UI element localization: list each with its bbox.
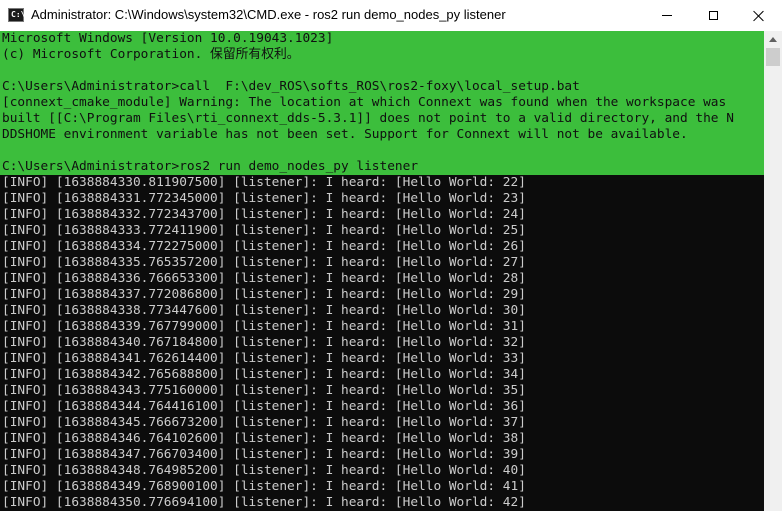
console-text: [INFO] [1638884339.767799000] [listener]…: [2, 319, 526, 334]
console-text: [INFO] [1638884331.772345000] [listener]…: [2, 191, 526, 206]
console-line-log: [INFO] [1638884345.766673200] [listener]…: [0, 415, 764, 431]
chevron-up-icon: [769, 37, 777, 42]
cmd-icon-label: C:\: [11, 10, 26, 19]
console-line-command: C:\Users\Administrator>call F:\dev_ROS\s…: [0, 79, 764, 95]
console-line-log: [INFO] [1638884343.775160000] [listener]…: [0, 383, 764, 399]
minimize-button[interactable]: [644, 0, 690, 31]
console-text: [INFO] [1638884343.775160000] [listener]…: [2, 383, 526, 398]
console-line-log: [INFO] [1638884332.772343700] [listener]…: [0, 207, 764, 223]
console-text: (c) Microsoft Corporation. 保留所有权利。: [2, 47, 300, 62]
console-text: [INFO] [1638884337.772086800] [listener]…: [2, 287, 526, 302]
console-text: C:\Users\Administrator>ros2 run demo_nod…: [2, 159, 419, 174]
close-icon: [753, 10, 765, 22]
console-text: [INFO] [1638884348.764985200] [listener]…: [2, 463, 526, 478]
console-line-log: [INFO] [1638884333.772411900] [listener]…: [0, 223, 764, 239]
console-text: C:\Users\Administrator>call F:\dev_ROS\s…: [2, 79, 580, 94]
console-line-header: Microsoft Windows [Version 10.0.19043.10…: [0, 31, 764, 47]
console-line-log: [INFO] [1638884347.766703400] [listener]…: [0, 447, 764, 463]
console-line-log: [INFO] [1638884339.767799000] [listener]…: [0, 319, 764, 335]
console-text: DDSHOME environment variable has not bee…: [2, 127, 688, 142]
vertical-scrollbar[interactable]: [764, 31, 782, 511]
console-text: [INFO] [1638884344.764416100] [listener]…: [2, 399, 526, 414]
title-bar[interactable]: C:\ Administrator: C:\Windows\system32\C…: [0, 0, 782, 32]
console-line-log: [INFO] [1638884331.772345000] [listener]…: [0, 191, 764, 207]
console-line-warning: DDSHOME environment variable has not bee…: [0, 127, 764, 143]
console-line-log: [INFO] [1638884342.765688800] [listener]…: [0, 367, 764, 383]
console-text: [INFO] [1638884342.765688800] [listener]…: [2, 367, 526, 382]
console-line-header: (c) Microsoft Corporation. 保留所有权利。: [0, 47, 764, 63]
console-output[interactable]: Microsoft Windows [Version 10.0.19043.10…: [0, 31, 764, 511]
console-line-log: [INFO] [1638884350.776694100] [listener]…: [0, 495, 764, 511]
console-line-log: [INFO] [1638884344.764416100] [listener]…: [0, 399, 764, 415]
console-text: [INFO] [1638884346.764102600] [listener]…: [2, 431, 526, 446]
console-text: [INFO] [1638884341.762614400] [listener]…: [2, 351, 526, 366]
console-line-log: [INFO] [1638884349.768900100] [listener]…: [0, 479, 764, 495]
maximize-icon: [708, 11, 718, 20]
console-line-command: C:\Users\Administrator>ros2 run demo_nod…: [0, 159, 764, 175]
console-line-log: [INFO] [1638884334.772275000] [listener]…: [0, 239, 764, 255]
console-line-log: [INFO] [1638884348.764985200] [listener]…: [0, 463, 764, 479]
console-text: [INFO] [1638884350.776694100] [listener]…: [2, 495, 526, 510]
console-line-log: [INFO] [1638884335.765357200] [listener]…: [0, 255, 764, 271]
console-line-log: [INFO] [1638884336.766653300] [listener]…: [0, 271, 764, 287]
console-text: [INFO] [1638884349.768900100] [listener]…: [2, 479, 526, 494]
console-text: Microsoft Windows [Version 10.0.19043.10…: [2, 31, 334, 46]
console-line-blank: [0, 63, 764, 79]
console-text: [connext_cmake_module] Warning: The loca…: [2, 95, 727, 110]
console-text: [INFO] [1638884336.766653300] [listener]…: [2, 271, 526, 286]
console-line-blank: [0, 143, 764, 159]
console-text: [INFO] [1638884332.772343700] [listener]…: [2, 207, 526, 222]
console-line-log: [INFO] [1638884330.811907500] [listener]…: [0, 175, 764, 191]
console-line-log: [INFO] [1638884346.764102600] [listener]…: [0, 431, 764, 447]
cmd-window: C:\ Administrator: C:\Windows\system32\C…: [0, 0, 782, 511]
minimize-icon: [662, 15, 672, 16]
scrollbar-thumb[interactable]: [766, 48, 780, 66]
console-line-log: [INFO] [1638884340.767184800] [listener]…: [0, 335, 764, 351]
cmd-app-icon[interactable]: C:\: [8, 8, 26, 22]
maximize-button[interactable]: [690, 0, 736, 31]
console-text: [INFO] [1638884345.766673200] [listener]…: [2, 415, 526, 430]
console-line-warning: [connext_cmake_module] Warning: The loca…: [0, 95, 764, 111]
close-button[interactable]: [736, 0, 782, 31]
console-line-log: [INFO] [1638884337.772086800] [listener]…: [0, 287, 764, 303]
window-title: Administrator: C:\Windows\system32\CMD.e…: [31, 7, 506, 22]
console-line-log: [INFO] [1638884338.773447600] [listener]…: [0, 303, 764, 319]
console-text: built [[C:\Program Files\rti_connext_dds…: [2, 111, 734, 126]
console-text: [INFO] [1638884340.767184800] [listener]…: [2, 335, 526, 350]
console-text: [INFO] [1638884335.765357200] [listener]…: [2, 255, 526, 270]
console-line-warning: built [[C:\Program Files\rti_connext_dds…: [0, 111, 764, 127]
scroll-up-button[interactable]: [764, 31, 782, 48]
console-text: [INFO] [1638884338.773447600] [listener]…: [2, 303, 526, 318]
console-text: [INFO] [1638884333.772411900] [listener]…: [2, 223, 526, 238]
console-text: [INFO] [1638884347.766703400] [listener]…: [2, 447, 526, 462]
console-text: [INFO] [1638884334.772275000] [listener]…: [2, 239, 526, 254]
console-line-log: [INFO] [1638884341.762614400] [listener]…: [0, 351, 764, 367]
console-text: [INFO] [1638884330.811907500] [listener]…: [2, 175, 526, 190]
